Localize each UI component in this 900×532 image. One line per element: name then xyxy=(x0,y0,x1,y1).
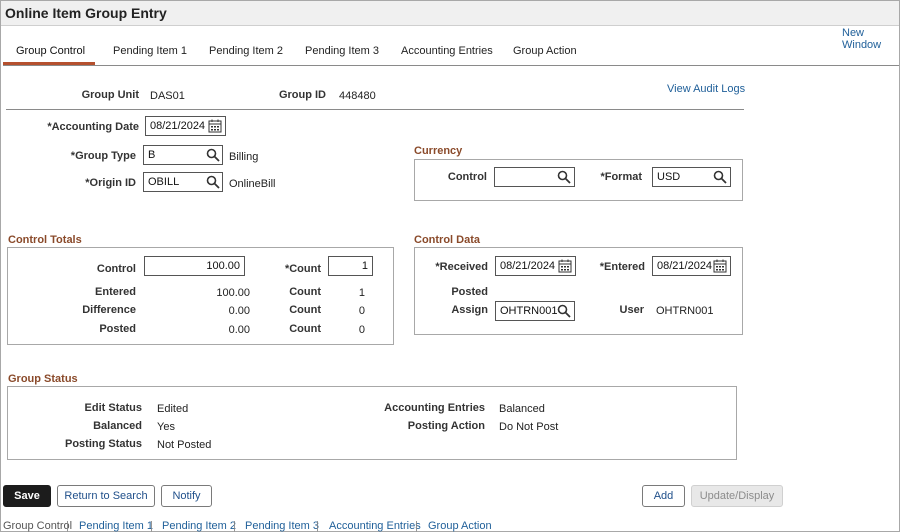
user-label: User xyxy=(619,304,644,316)
control-totals-section-title: Control Totals xyxy=(8,234,82,246)
currency-format-label: *Format xyxy=(600,171,642,183)
title-bar: Online Item Group Entry xyxy=(1,1,899,26)
group-unit-value: DAS01 xyxy=(150,90,185,102)
assign-label: Assign xyxy=(451,304,488,316)
search-icon[interactable] xyxy=(557,170,571,184)
footer-separator: | xyxy=(150,520,153,532)
update-display-button: Update/Display xyxy=(691,485,783,507)
posted-count-label: Count xyxy=(289,323,321,335)
accounting-entries-value: Balanced xyxy=(499,403,545,415)
posting-status-value: Not Posted xyxy=(157,439,212,451)
edit-status-label: Edit Status xyxy=(84,402,142,414)
control-label: Control xyxy=(96,263,136,275)
search-icon[interactable] xyxy=(206,175,220,189)
entered-count-label: Count xyxy=(289,286,321,298)
footer-link-group-control[interactable]: Group Control xyxy=(3,520,72,532)
footer-separator: | xyxy=(316,520,319,532)
page-title: Online Item Group Entry xyxy=(5,5,167,21)
footer-separator: | xyxy=(233,520,236,532)
accounting-entries-label: Accounting Entries xyxy=(384,402,485,414)
footer-link-pending-item-3[interactable]: Pending Item 3 xyxy=(245,520,319,532)
difference-amount: 0.00 xyxy=(228,305,250,317)
group-type-label: *Group Type xyxy=(70,150,136,162)
entered-label: Entered xyxy=(95,286,136,298)
search-icon[interactable] xyxy=(206,148,220,162)
difference-count: 0 xyxy=(358,305,365,317)
calendar-icon[interactable] xyxy=(558,259,572,273)
user-value: OHTRN001 xyxy=(656,305,714,317)
received-label: *Received xyxy=(435,261,488,273)
add-button[interactable]: Add xyxy=(642,485,685,507)
origin-id-description: OnlineBill xyxy=(229,178,276,190)
return-to-search-button[interactable]: Return to Search xyxy=(57,485,155,507)
posting-action-value: Do Not Post xyxy=(499,421,559,433)
balanced-value: Yes xyxy=(157,421,175,433)
count-input[interactable] xyxy=(328,256,373,276)
header-divider xyxy=(6,109,744,110)
accounting-date-label: *Accounting Date xyxy=(47,121,139,133)
posted-amount: 0.00 xyxy=(228,324,250,336)
footer-link-pending-item-1[interactable]: Pending Item 1 xyxy=(79,520,153,532)
currency-control-label: Control xyxy=(447,171,487,183)
group-unit-label: Group Unit xyxy=(81,89,139,101)
tab-pending-item-1[interactable]: Pending Item 1 xyxy=(113,45,187,57)
posting-status-label: Posting Status xyxy=(64,438,142,450)
tab-group-control[interactable]: Group Control xyxy=(16,45,85,57)
tab-accounting-entries[interactable]: Accounting Entries xyxy=(401,45,493,57)
notify-button[interactable]: Notify xyxy=(161,485,212,507)
search-icon[interactable] xyxy=(713,170,727,184)
tab-pending-item-2[interactable]: Pending Item 2 xyxy=(209,45,283,57)
group-status-section-title: Group Status xyxy=(8,373,78,385)
difference-count-label: Count xyxy=(289,304,321,316)
origin-id-label: *Origin ID xyxy=(85,177,136,189)
currency-section-title: Currency xyxy=(414,145,463,157)
difference-label: Difference xyxy=(82,304,136,316)
footer-link-group-action[interactable]: Group Action xyxy=(428,520,492,532)
footer-link-accounting-entries[interactable]: Accounting Entries xyxy=(329,520,421,532)
footer-link-pending-item-2[interactable]: Pending Item 2 xyxy=(162,520,236,532)
search-icon[interactable] xyxy=(557,304,571,318)
posting-action-label: Posting Action xyxy=(407,420,485,432)
group-id-value: 448480 xyxy=(339,90,376,102)
control-data-section-title: Control Data xyxy=(414,234,480,246)
tab-pending-item-3[interactable]: Pending Item 3 xyxy=(305,45,379,57)
balanced-label: Balanced xyxy=(93,420,142,432)
footer-separator: | xyxy=(415,520,418,532)
calendar-icon[interactable] xyxy=(208,119,222,133)
entered-count: 1 xyxy=(358,287,365,299)
group-type-description: Billing xyxy=(229,151,259,163)
tabs-divider xyxy=(3,65,899,66)
new-window-link[interactable]: New Window xyxy=(842,27,900,51)
entered-amount: 100.00 xyxy=(216,287,250,299)
tab-group-action[interactable]: Group Action xyxy=(513,45,577,57)
save-button[interactable]: Save xyxy=(3,485,51,507)
calendar-icon[interactable] xyxy=(713,259,727,273)
control-data-posted-label: Posted xyxy=(451,286,488,298)
footer-separator: | xyxy=(66,520,69,532)
posted-count: 0 xyxy=(358,324,365,336)
control-amount-input[interactable] xyxy=(144,256,245,276)
edit-status-value: Edited xyxy=(157,403,189,415)
entered-date-label: *Entered xyxy=(599,261,645,273)
view-audit-logs-link[interactable]: View Audit Logs xyxy=(667,83,745,95)
count-label: *Count xyxy=(284,263,321,275)
group-id-label: Group ID xyxy=(278,89,326,101)
posted-label: Posted xyxy=(99,323,136,335)
